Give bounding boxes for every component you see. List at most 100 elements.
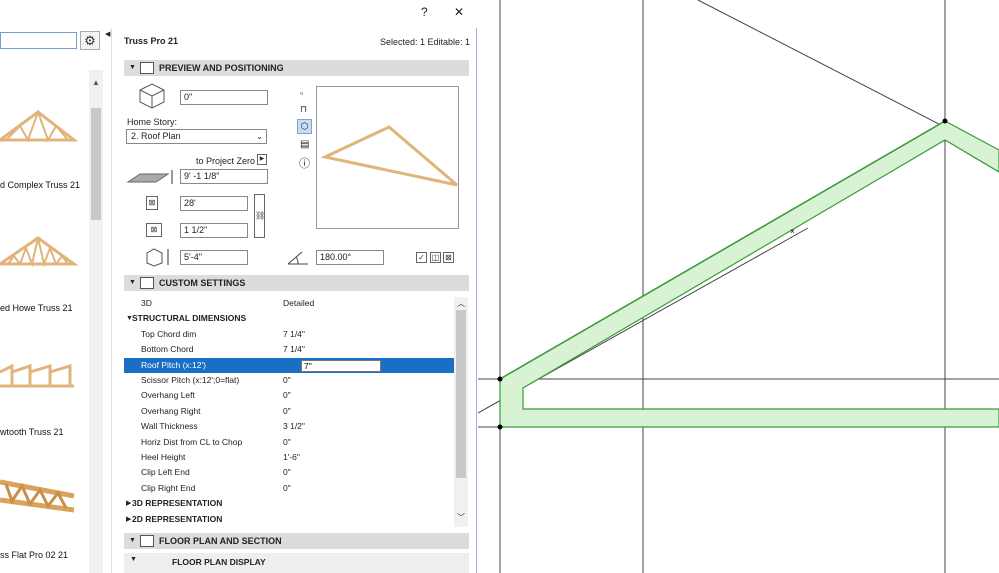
setting-value[interactable]: 0" bbox=[283, 404, 291, 419]
link-chain-icon[interactable]: ⛓ bbox=[254, 194, 265, 238]
expand-triangle-icon: ▼ bbox=[129, 537, 136, 544]
truss-thumbnail-flat[interactable] bbox=[0, 478, 80, 514]
dialog-title: Truss Pro 21 bbox=[124, 36, 179, 46]
settings-row[interactable]: Top Chord dim 7 1/4" bbox=[124, 327, 459, 342]
scroll-down-icon[interactable]: ﹀ bbox=[457, 512, 465, 523]
setting-name: Scissor Pitch (x:12';0=flat) bbox=[141, 375, 240, 385]
truss-thumbnail-sawtooth[interactable] bbox=[0, 362, 80, 392]
view-section-icon[interactable]: ⊓ bbox=[300, 104, 307, 115]
settings-row[interactable]: Overhang Right 0" bbox=[124, 404, 459, 419]
setting-value[interactable]: 0" bbox=[283, 465, 291, 480]
settings-row[interactable]: Scissor Pitch (x:12';0=flat) 0" bbox=[124, 373, 459, 388]
custom-settings-icon bbox=[140, 277, 154, 289]
setting-value[interactable]: 7 1/4" bbox=[283, 327, 305, 342]
settings-section-row[interactable]: ▶ 2D REPRESENTATION bbox=[124, 512, 459, 527]
preview-section-header[interactable]: ▼ PREVIEW AND POSITIONING bbox=[124, 60, 469, 76]
view-2d-icon[interactable]: ▫ bbox=[300, 88, 303, 98]
setting-name: 3D bbox=[141, 298, 152, 308]
preview-window[interactable] bbox=[316, 86, 459, 229]
scroll-up-icon[interactable]: ▲ bbox=[92, 78, 100, 87]
settings-row[interactable]: Clip Right End 0" bbox=[124, 481, 459, 496]
cad-canvas[interactable]: × bbox=[478, 0, 999, 573]
preview-section-icon bbox=[140, 62, 154, 74]
settings-row[interactable]: Horiz Dist from CL to Chop 0" bbox=[124, 435, 459, 450]
custom-settings-header[interactable]: ▼ CUSTOM SETTINGS bbox=[124, 275, 469, 291]
settings-row[interactable]: 3D Detailed bbox=[124, 296, 459, 311]
help-button[interactable]: ? bbox=[421, 5, 428, 19]
setting-name: Clip Left End bbox=[141, 467, 190, 478]
settings-section-row[interactable]: ▼ STRUCTURAL DIMENSIONS bbox=[124, 311, 459, 326]
setting-value[interactable]: 0" bbox=[283, 388, 291, 403]
depth-field[interactable]: 1 1/2" bbox=[180, 223, 248, 238]
truss-preview-shape bbox=[320, 125, 458, 187]
home-story-select[interactable]: 2. Roof Plan ⌄ bbox=[126, 129, 267, 144]
settings-row[interactable]: Overhang Left 0" bbox=[124, 388, 459, 403]
setting-value[interactable]: Detailed bbox=[283, 296, 314, 311]
setting-name: Horiz Dist from CL to Chop bbox=[141, 436, 243, 447]
setting-name: 2D REPRESENTATION bbox=[132, 513, 223, 524]
settings-row[interactable]: Heel Height 1'-6" bbox=[124, 450, 459, 465]
setting-value[interactable]: 0" bbox=[283, 481, 291, 496]
play-icon[interactable]: ▶ bbox=[257, 154, 267, 165]
library-item-label[interactable]: ss Flat Pro 02 21 bbox=[0, 550, 68, 560]
setting-value[interactable]: 3 1/2" bbox=[283, 419, 305, 434]
checkbox-icon[interactable]: ✓ bbox=[416, 252, 427, 263]
setting-name: Roof Pitch (x:12') bbox=[141, 359, 206, 370]
setting-value-input[interactable]: 7" bbox=[301, 359, 381, 372]
settings-scroll-thumb[interactable] bbox=[456, 310, 466, 478]
chevron-down-icon: ⌄ bbox=[256, 132, 263, 141]
scroll-up-icon[interactable]: ︿ bbox=[457, 298, 465, 309]
floor-plan-section-header[interactable]: ▼ FLOOR PLAN AND SECTION bbox=[124, 533, 469, 549]
library-search-input[interactable] bbox=[0, 32, 77, 49]
collapsed-triangle-icon[interactable]: ▶ bbox=[126, 496, 131, 511]
setting-name: Heel Height bbox=[141, 452, 186, 462]
library-item-label[interactable]: ed Howe Truss 21 bbox=[0, 303, 73, 313]
height-field[interactable]: 5'-4" bbox=[180, 250, 248, 265]
collapsed-triangle-icon[interactable]: ▶ bbox=[126, 512, 131, 527]
library-scroll-thumb[interactable] bbox=[91, 108, 101, 220]
settings-section-row[interactable]: ▶ 3D REPRESENTATION bbox=[124, 496, 459, 511]
angle-field[interactable]: 180.00° bbox=[316, 250, 384, 265]
to-project-zero-label: to Project Zero bbox=[196, 156, 256, 166]
setting-name: Top Chord dim bbox=[141, 328, 197, 339]
gear-icon[interactable]: ⚙ bbox=[80, 31, 100, 50]
setting-name: STRUCTURAL DIMENSIONS bbox=[132, 313, 247, 324]
mirror-icon[interactable]: ◫ bbox=[430, 252, 441, 263]
story-offset-icon bbox=[126, 170, 173, 184]
width-field[interactable]: 28' bbox=[180, 196, 248, 211]
height-icon bbox=[146, 248, 169, 267]
setting-name: Wall Thickness bbox=[141, 421, 198, 432]
rotation-angle-icon bbox=[287, 251, 308, 265]
truss-settings-dialog: ? ✕ ◀ Truss Pro 21 Selected: 1 Editable:… bbox=[104, 0, 477, 573]
settings-row[interactable]: Roof Pitch (x:12') 7" bbox=[124, 357, 459, 373]
view-3d-icon[interactable]: ⬡ bbox=[297, 119, 312, 134]
project-zero-field[interactable]: 9' -1 1/8" bbox=[180, 169, 268, 184]
truss-thumbnail-howe[interactable] bbox=[0, 234, 80, 270]
expand-triangle-icon: ▼ bbox=[129, 279, 136, 286]
settings-row[interactable]: Clip Left End 0" bbox=[124, 465, 459, 480]
library-item-label[interactable]: wtooth Truss 21 bbox=[0, 427, 64, 437]
svg-text:×: × bbox=[790, 227, 795, 236]
roof-truss-outline[interactable] bbox=[499, 120, 999, 428]
setting-name: Clip Right End bbox=[141, 482, 196, 493]
collapse-arrow-icon[interactable]: ◀ bbox=[105, 30, 110, 38]
settings-row[interactable]: Bottom Chord 7 1/4" bbox=[124, 342, 459, 357]
setting-name: Overhang Left bbox=[141, 390, 195, 401]
floor-plan-display-row[interactable]: ▼ FLOOR PLAN DISPLAY bbox=[124, 553, 469, 573]
library-item-label[interactable]: d Complex Truss 21 bbox=[0, 180, 80, 190]
setting-value[interactable]: 0" bbox=[283, 373, 291, 388]
setting-value[interactable]: 1'-6" bbox=[283, 450, 300, 465]
dialog-titlebar[interactable]: ? ✕ bbox=[104, 0, 477, 28]
close-button[interactable]: ✕ bbox=[454, 5, 464, 19]
elevation-field[interactable]: 0" bbox=[180, 90, 268, 105]
selection-status: Selected: 1 Editable: 1 bbox=[379, 37, 470, 47]
settings-row[interactable]: Wall Thickness 3 1/2" bbox=[124, 419, 459, 434]
view-elevation-icon[interactable]: ▤ bbox=[300, 139, 309, 150]
info-icon[interactable]: ⓘ bbox=[299, 155, 310, 171]
library-panel: ⚙ ▲ d Complex Truss 21 ed Howe Truss 21 … bbox=[0, 0, 104, 573]
reset-icon[interactable]: ⊠ bbox=[443, 252, 454, 263]
collapse-strip[interactable]: ◀ bbox=[104, 28, 112, 573]
truss-thumbnail-complex[interactable] bbox=[0, 108, 80, 148]
setting-value[interactable]: 0" bbox=[283, 435, 291, 450]
setting-value[interactable]: 7 1/4" bbox=[283, 342, 305, 357]
